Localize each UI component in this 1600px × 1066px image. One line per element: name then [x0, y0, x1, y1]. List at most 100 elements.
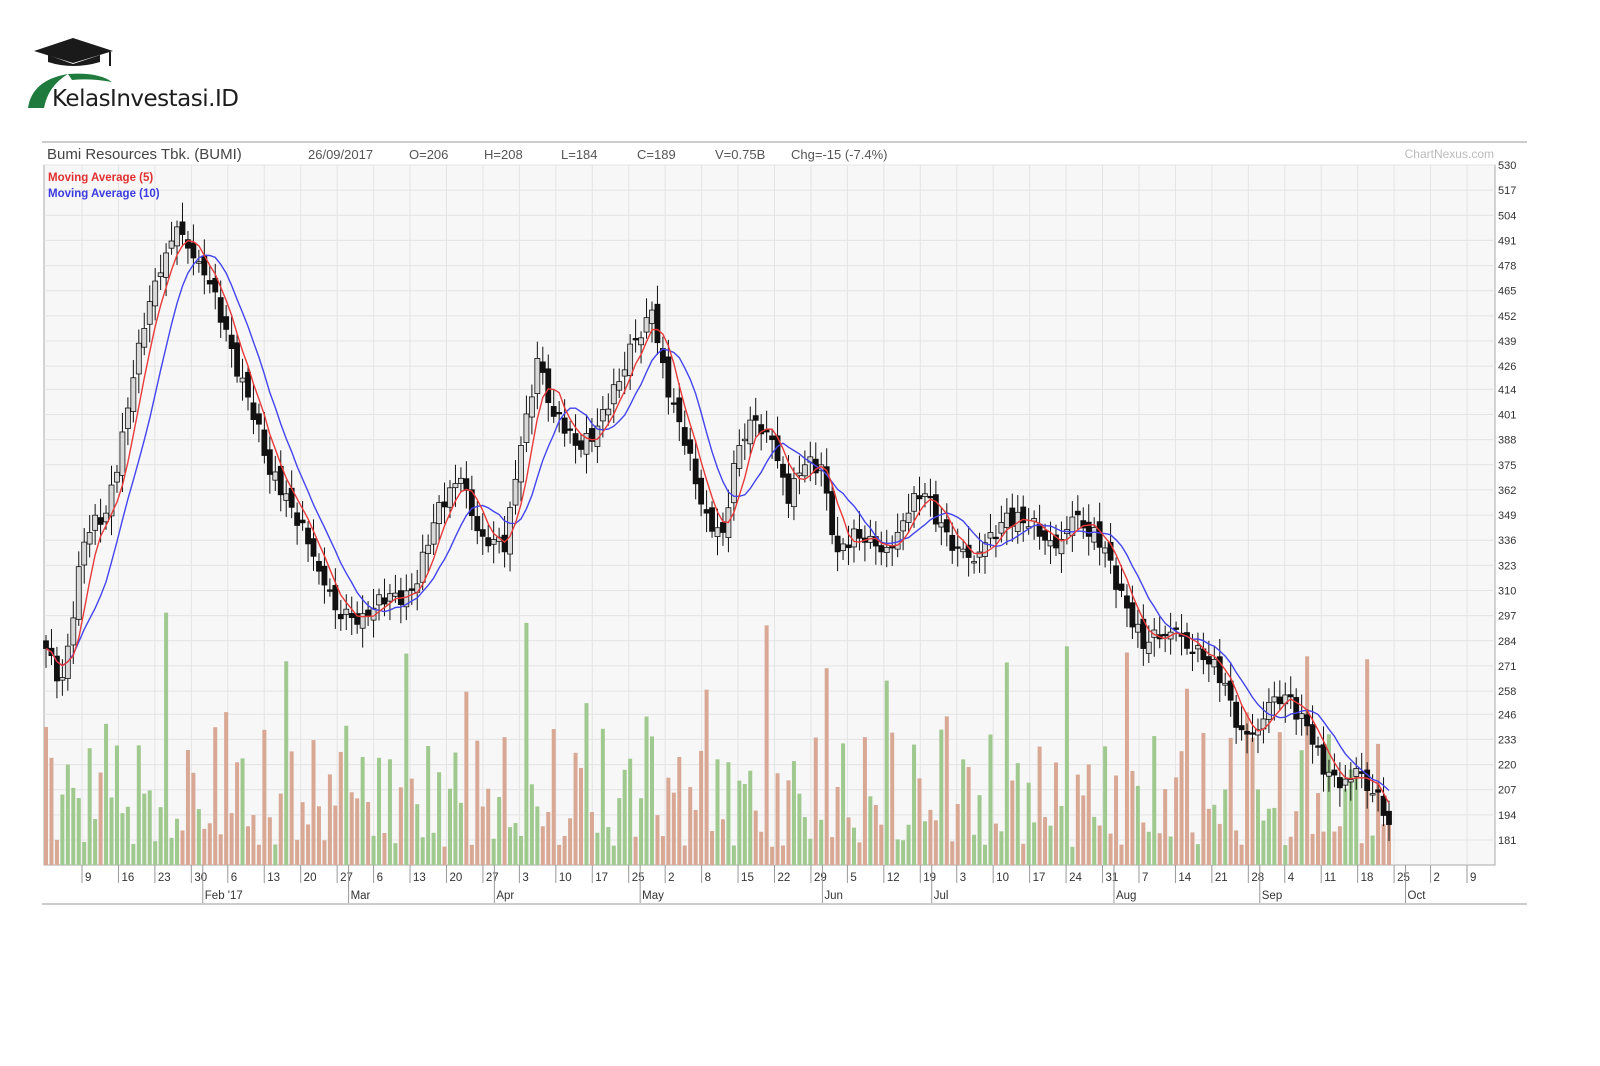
volume-bar — [431, 832, 436, 865]
y-tick-label: 349 — [1498, 510, 1516, 522]
candle-body — [1244, 730, 1250, 735]
volume-bar — [781, 845, 786, 865]
y-tick-label: 465 — [1498, 286, 1516, 298]
candle-body — [387, 593, 393, 602]
volume-bar — [649, 736, 654, 865]
candle-body — [649, 309, 655, 324]
month-label: May — [642, 890, 664, 902]
candle-body — [234, 342, 240, 377]
volume-bar — [851, 827, 856, 865]
x-tick-label: 15 — [741, 872, 754, 884]
candle-body — [1009, 507, 1016, 527]
y-tick-label: 426 — [1498, 361, 1516, 373]
candle-body — [960, 548, 967, 553]
volume-bar — [316, 806, 321, 865]
volume-bar — [207, 823, 212, 865]
x-tick-label: 6 — [231, 872, 237, 884]
candle-body — [146, 301, 153, 325]
y-tick-label: 233 — [1498, 734, 1516, 746]
candle-body — [343, 608, 350, 615]
volume-bar — [306, 824, 311, 865]
candle-body — [447, 487, 453, 508]
y-tick-label: 439 — [1498, 336, 1516, 348]
volume-bar — [1283, 845, 1288, 865]
volume-bar — [273, 844, 278, 865]
volume-bar — [1316, 793, 1321, 865]
month-label: Oct — [1408, 890, 1427, 902]
candle-body — [157, 272, 164, 277]
candle-body — [119, 431, 126, 476]
volume-bar — [737, 780, 742, 865]
volume-bar — [426, 746, 431, 865]
y-tick-label: 504 — [1498, 210, 1516, 222]
volume-bar — [1075, 774, 1080, 865]
candle-body — [911, 493, 917, 512]
volume-bar — [322, 840, 327, 865]
candle-body — [1271, 696, 1278, 703]
volume-bar — [546, 811, 551, 865]
candle-body — [605, 408, 612, 416]
header-open: O=206 — [409, 147, 448, 162]
volume-bar — [928, 809, 933, 865]
candle-body — [1287, 694, 1294, 698]
volume-bar — [944, 716, 949, 865]
y-tick-label: 284 — [1498, 636, 1516, 648]
x-tick-label: 10 — [996, 872, 1009, 884]
x-tick-label: 2 — [668, 872, 674, 884]
volume-bar — [1321, 831, 1326, 865]
volume-bar — [262, 729, 267, 865]
candle-body — [714, 527, 721, 538]
y-tick-label: 181 — [1498, 835, 1516, 847]
candle-body — [943, 519, 950, 533]
volume-bar — [1195, 844, 1200, 865]
volume-bar — [486, 788, 491, 865]
candle-body — [441, 501, 448, 508]
volume-bar — [1004, 662, 1009, 865]
candle-body — [1129, 602, 1136, 628]
candle-body — [616, 381, 623, 391]
volume-bar — [1305, 656, 1310, 865]
volume-bar — [235, 762, 240, 865]
month-label: Jul — [934, 890, 949, 902]
volume-bar — [464, 691, 469, 865]
volume-bar — [639, 798, 644, 865]
candle-body — [987, 532, 994, 539]
candle-body — [1189, 651, 1196, 654]
candle-body — [932, 494, 939, 525]
candle-body — [971, 561, 977, 564]
candle-body — [1227, 680, 1234, 701]
candle-body — [490, 539, 497, 545]
volume-bar — [879, 824, 884, 865]
candle-body — [785, 473, 792, 504]
candle-body — [217, 297, 224, 323]
x-tick-label: 14 — [1178, 872, 1191, 884]
x-tick-label: 17 — [1033, 872, 1046, 884]
volume-bar — [775, 773, 780, 865]
candle-body — [1003, 512, 1010, 528]
candle-body — [430, 522, 437, 545]
volume-bar — [939, 729, 944, 865]
candle-body — [81, 541, 88, 566]
candle-body — [1173, 627, 1179, 630]
candle-body — [534, 358, 541, 395]
volume-bar — [1370, 835, 1375, 865]
candle-body — [310, 538, 317, 557]
volume-bar — [1201, 732, 1206, 865]
volume-bar — [562, 835, 567, 865]
candle-body — [376, 594, 382, 606]
volume-bar — [114, 745, 119, 865]
candle-body — [518, 445, 524, 483]
candle-body — [1118, 583, 1125, 591]
volume-bar — [153, 841, 158, 865]
x-tick-label: 12 — [887, 872, 900, 884]
volume-bar — [125, 806, 130, 865]
candle-body — [1320, 744, 1327, 775]
volume-bar — [131, 843, 136, 865]
volume-bar — [1359, 843, 1364, 865]
candle-body — [545, 368, 552, 404]
candle-body — [1249, 732, 1256, 735]
volume-bar — [983, 844, 988, 865]
volume-bar — [600, 728, 605, 865]
candle-body — [452, 483, 459, 489]
volume-bar — [1365, 659, 1370, 865]
